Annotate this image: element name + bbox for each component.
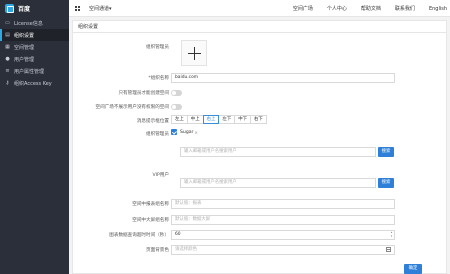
- sidebar-item-license[interactable]: ▭ License信息: [0, 17, 69, 29]
- top-link-english[interactable]: English: [429, 6, 447, 12]
- sidebar-item-label: 用户属性管理: [14, 68, 45, 75]
- admins-label: 组织管理员: [146, 132, 169, 137]
- space-report-name-label: 空间中报表组名称: [132, 202, 169, 207]
- sidebar-item-label: 组织设置: [14, 32, 35, 39]
- org-settings-panel: 组织设置 组织管理员 *组织名称 baidu.com 只有管理员才能创建空间 空…: [72, 20, 447, 274]
- sidebar-item-label: 空间管理: [14, 44, 35, 51]
- cube-logo-icon: [5, 4, 14, 13]
- msg-position-label: 消息提示框位置: [136, 119, 169, 124]
- brand[interactable]: 百度: [0, 0, 69, 17]
- color-picker-icon[interactable]: [386, 247, 391, 252]
- org-name-input[interactable]: baidu.com: [171, 73, 395, 83]
- logo-label: 组织管理员: [146, 45, 169, 50]
- sidebar-item-org-settings[interactable]: ▤ 组织设置: [0, 29, 69, 41]
- bgcolor-input[interactable]: 请选择颜色: [171, 245, 395, 255]
- key-icon: ⚷: [5, 79, 10, 86]
- bigscreen-name-label: 空间中大屏组名称: [132, 218, 169, 223]
- bgcolor-label: 页面背景色: [146, 248, 169, 253]
- grid-icon: ▦: [5, 43, 10, 50]
- msg-position-top-center[interactable]: 中上: [186, 115, 204, 124]
- brand-name: 百度: [18, 6, 31, 13]
- admin-only-label: 只有管理员才能创建空间: [118, 91, 169, 96]
- user-icon: ●: [5, 55, 10, 62]
- admin-search-input[interactable]: 输入邮箱或用户名搜索用户: [180, 147, 376, 157]
- msg-position-segmented: 左上 中上 右上 左下 中下 右下: [171, 115, 267, 124]
- space-switch-dropdown[interactable]: 空间通道▾: [89, 5, 112, 12]
- topbar: 空间通道▾ 空间广场 个人中心 帮助文档 联系我们 English: [69, 0, 450, 17]
- admin-tag[interactable]: Sugar ×: [171, 129, 198, 135]
- plaza-permission-toggle[interactable]: [171, 104, 182, 110]
- sidebar-item-label: 用户管理: [14, 56, 35, 63]
- sidebar-item-access-key[interactable]: ⚷ 组织Access Key: [0, 77, 69, 89]
- top-links: 空间广场 个人中心 帮助文档 联系我们 English: [293, 0, 450, 17]
- top-link-space-plaza[interactable]: 空间广场: [293, 5, 313, 12]
- sidebar-item-user-attributes[interactable]: ≡ 用户属性管理: [0, 65, 69, 77]
- vip-label: VIP用户: [152, 173, 169, 178]
- vip-search-button[interactable]: 搜索: [378, 178, 394, 188]
- org-name-label: *组织名称: [148, 76, 169, 81]
- monitor-icon: ▭: [5, 19, 10, 26]
- menu-grid-icon[interactable]: [75, 5, 80, 11]
- main-area: 组织设置 组织管理员 *组织名称 baidu.com 只有管理员才能创建空间 空…: [69, 17, 450, 274]
- sidebar-item-user-management[interactable]: ● 用户管理: [0, 53, 69, 65]
- msg-position-top-right[interactable]: 右上: [202, 115, 220, 124]
- panel-title: 组织设置: [73, 21, 446, 33]
- sidebar-item-label: 组织Access Key: [14, 80, 52, 87]
- top-link-personal-center[interactable]: 个人中心: [327, 5, 347, 12]
- document-icon: ▤: [5, 31, 10, 38]
- msg-position-top-left[interactable]: 左上: [171, 115, 188, 124]
- checkbox-checked-icon[interactable]: [171, 129, 177, 135]
- logo-upload-plus-icon[interactable]: [181, 40, 207, 66]
- admin-tag-label: Sugar: [180, 129, 194, 135]
- msg-position-bottom-right[interactable]: 右下: [249, 115, 267, 124]
- timeout-input[interactable]: 60: [171, 230, 395, 240]
- bigscreen-name-input[interactable]: 默认值：数据大屏: [171, 215, 395, 225]
- list-icon: ≡: [5, 67, 10, 74]
- plaza-permission-label: 空间广场不展示用户没有权限的空间: [95, 105, 169, 110]
- admin-only-toggle[interactable]: [171, 90, 182, 96]
- sidebar-item-label: License信息: [14, 20, 43, 27]
- msg-position-bottom-center[interactable]: 中下: [234, 115, 251, 124]
- top-link-help-docs[interactable]: 帮助文档: [361, 5, 381, 12]
- top-link-contact-us[interactable]: 联系我们: [395, 5, 415, 12]
- sidebar: 百度 ▭ License信息 ▤ 组织设置 ▦ 空间管理 ● 用户管理 ≡ 用户…: [0, 0, 69, 274]
- close-icon[interactable]: ×: [194, 130, 197, 135]
- vip-search-input[interactable]: 输入邮箱或用户名搜索用户: [180, 178, 376, 188]
- sidebar-item-space-management[interactable]: ▦ 空间管理: [0, 41, 69, 53]
- timeout-label: 图表数据查询超时时间（秒）: [109, 233, 169, 238]
- confirm-button[interactable]: 确定: [404, 264, 422, 274]
- admin-search-button[interactable]: 搜索: [378, 147, 394, 157]
- stepper-arrows-icon[interactable]: ▴ ▾: [389, 230, 394, 239]
- space-report-name-input[interactable]: 默认值：报表: [171, 199, 395, 209]
- msg-position-bottom-left[interactable]: 左下: [218, 115, 236, 124]
